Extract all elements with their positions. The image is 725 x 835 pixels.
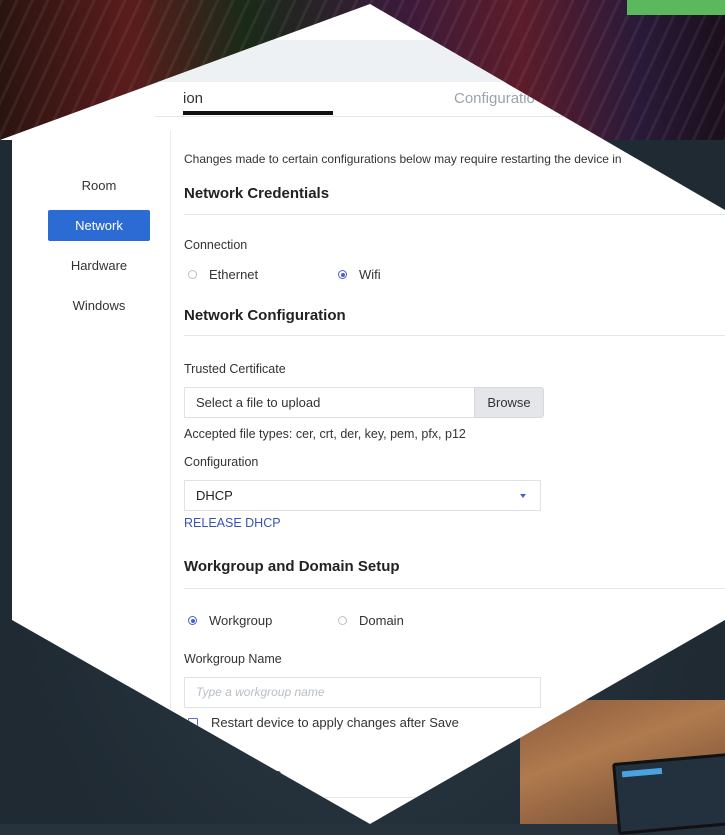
divider	[184, 335, 725, 336]
certificate-file-input[interactable]: Select a file to upload	[184, 387, 474, 418]
divider	[184, 214, 725, 215]
configuration-label: Configuration	[184, 455, 259, 469]
browse-button[interactable]: Browse	[474, 387, 544, 418]
tab-location[interactable]: ion	[183, 90, 203, 107]
sidebar-item-room[interactable]: Room	[48, 170, 150, 201]
configuration-select[interactable]: DHCP	[184, 480, 541, 511]
workgroup-domain-title: Workgroup and Domain Setup	[184, 558, 400, 575]
wifi-radio[interactable]: Wifi	[338, 267, 381, 282]
domain-option-label: Domain	[359, 613, 404, 628]
workgroup-name-input[interactable]: Type a workgroup name	[184, 677, 541, 708]
divider	[184, 588, 725, 589]
configuration-value: DHCP	[196, 488, 233, 503]
restart-checkbox-row[interactable]: Restart device to apply changes after Sa…	[188, 715, 459, 730]
radio-icon	[338, 616, 347, 625]
radio-icon	[188, 270, 197, 279]
network-configuration-title: Network Configuration	[184, 307, 346, 324]
laptop-image	[612, 753, 725, 835]
accepted-file-types: Accepted file types: cer, crt, der, key,…	[184, 427, 466, 441]
sidebar-item-windows[interactable]: Windows	[48, 290, 150, 321]
active-tab-indicator	[183, 111, 333, 115]
network-credentials-title: Network Credentials	[184, 185, 330, 202]
chevron-down-icon	[520, 494, 526, 498]
workgroup-option-label: Workgroup	[209, 613, 273, 628]
trusted-certificate-label: Trusted Certificate	[184, 362, 286, 376]
radio-selected-icon	[188, 616, 197, 625]
connection-label: Connection	[184, 238, 248, 252]
ethernet-radio[interactable]: Ethernet	[188, 267, 258, 282]
restart-notice: Changes made to certain configurations b…	[184, 152, 622, 166]
sidebar: Room Network Hardware Windows	[48, 170, 150, 330]
workgroup-radio[interactable]: Workgroup	[188, 613, 272, 628]
sidebar-item-network[interactable]: Network	[48, 210, 150, 241]
wifi-label: Wifi	[359, 267, 381, 282]
green-tab	[627, 0, 725, 15]
restart-checkbox-label: Restart device to apply changes after Sa…	[211, 715, 459, 730]
ethernet-label: Ethernet	[209, 267, 259, 282]
sidebar-item-hardware[interactable]: Hardware	[48, 250, 150, 281]
radio-selected-icon	[338, 270, 347, 279]
workgroup-name-label: Workgroup Name	[184, 652, 282, 666]
release-dhcp-link[interactable]: RELEASE DHCP	[184, 516, 281, 530]
domain-radio[interactable]: Domain	[338, 613, 404, 628]
